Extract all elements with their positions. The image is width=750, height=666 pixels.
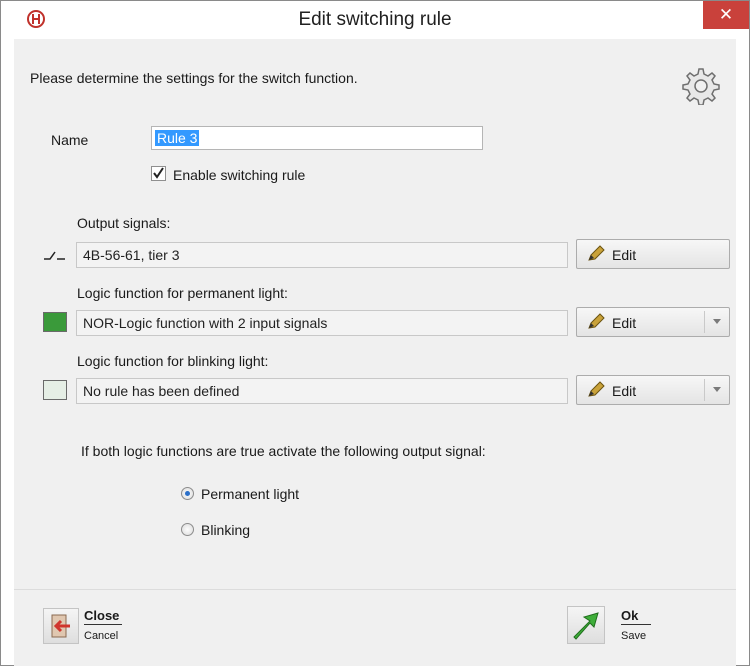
radio-permanent-light[interactable]: [181, 487, 194, 500]
radio-blinking-label[interactable]: Blinking: [201, 522, 250, 538]
chevron-down-icon[interactable]: [713, 319, 721, 324]
pencil-icon: [588, 313, 605, 329]
green-arrow-icon: [573, 612, 599, 640]
dialog-content: Please determine the settings for the sw…: [14, 39, 736, 589]
output-signals-field: 4B-56-61, tier 3: [76, 242, 568, 268]
gear-icon: [682, 68, 720, 105]
permanent-light-label: Logic function for permanent light:: [77, 285, 288, 301]
dialog-footer: Close Cancel Ok Save: [14, 589, 736, 666]
close-button[interactable]: [43, 608, 79, 644]
output-signals-label: Output signals:: [77, 215, 171, 231]
output-signals-edit-button[interactable]: Edit: [576, 239, 730, 269]
pencil-icon: [588, 245, 605, 261]
radio-permanent-light-label[interactable]: Permanent light: [201, 486, 299, 502]
ok-button[interactable]: [567, 606, 605, 644]
cancel-label[interactable]: Cancel: [84, 630, 118, 642]
blinking-light-field: No rule has been defined: [76, 378, 568, 404]
intro-text: Please determine the settings for the sw…: [30, 70, 358, 86]
exit-door-icon: [51, 614, 70, 638]
permanent-light-edit-button[interactable]: Edit: [576, 307, 730, 337]
permanent-light-indicator: [43, 312, 67, 332]
pencil-icon: [588, 381, 605, 397]
activation-text: If both logic functions are true activat…: [81, 443, 486, 459]
enable-checkbox[interactable]: [151, 166, 166, 181]
name-input[interactable]: Rule 3: [151, 126, 483, 150]
switch-symbol-icon: [43, 245, 67, 265]
blinking-light-indicator: [43, 380, 67, 400]
enable-label: Enable switching rule: [173, 167, 306, 183]
checkmark-icon: [153, 167, 164, 179]
chevron-down-icon[interactable]: [713, 387, 721, 392]
blinking-light-edit-button[interactable]: Edit: [576, 375, 730, 405]
window-title: Edit switching rule: [298, 9, 452, 30]
permanent-light-field: NOR-Logic function with 2 input signals: [76, 310, 568, 336]
close-button-label[interactable]: Close: [84, 608, 119, 623]
title-bar: Edit switching rule ✕: [1, 1, 749, 39]
radio-blinking[interactable]: [181, 523, 194, 536]
dialog-window: Edit switching rule ✕ Please determine t…: [0, 0, 750, 666]
save-label[interactable]: Save: [621, 630, 646, 642]
close-window-button[interactable]: ✕: [703, 1, 749, 29]
name-label: Name: [51, 132, 89, 148]
blinking-light-label: Logic function for blinking light:: [77, 353, 269, 369]
ok-button-label[interactable]: Ok: [621, 608, 638, 623]
